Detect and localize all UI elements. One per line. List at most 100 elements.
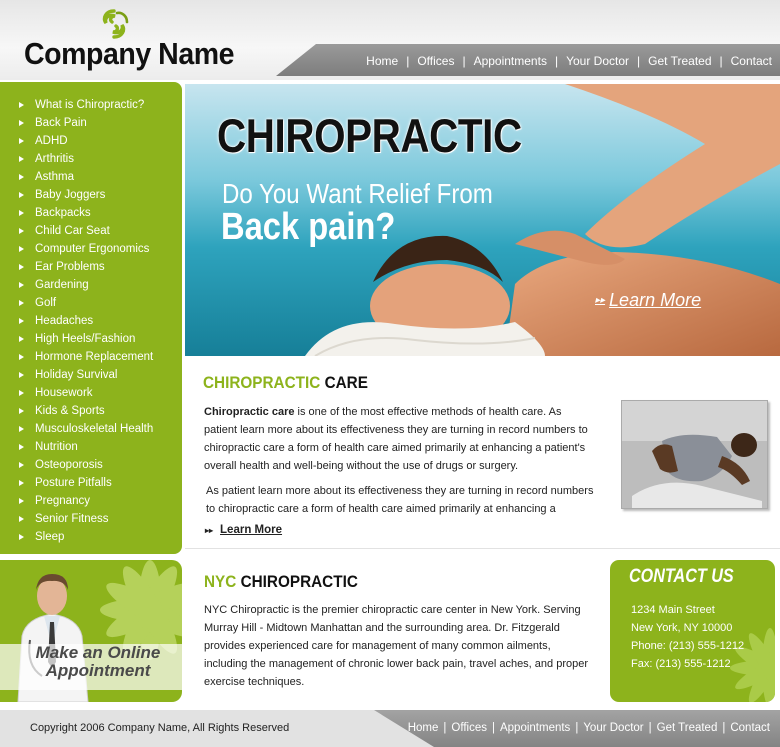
sidebar-item-baby-joggers[interactable]: Baby Joggers: [0, 186, 182, 204]
sidebar-item-label: Golf: [35, 297, 57, 309]
footer: Copyright 2006 Company Name, All Rights …: [0, 710, 780, 747]
triangle-bullet-icon: [19, 444, 24, 450]
sidebar-item-posture-pitfalls[interactable]: Posture Pitfalls: [0, 474, 182, 492]
sidebar-item-label: ADHD: [35, 135, 68, 147]
contact-phone: Phone: (213) 555-1212: [631, 640, 745, 652]
triangle-bullet-icon: [19, 462, 24, 468]
triangle-bullet-icon: [19, 228, 24, 234]
nav-home[interactable]: Home: [366, 54, 398, 68]
nyc-section-title: NYC CHIROPRACTIC: [204, 572, 358, 592]
sidebar-item-hormone-replacement[interactable]: Hormone Replacement: [0, 348, 182, 366]
sidebar-item-adhd[interactable]: ADHD: [0, 132, 182, 150]
triangle-bullet-icon: [19, 246, 24, 252]
nav-appointments[interactable]: Appointments: [474, 54, 547, 68]
sidebar-item-label: Sleep: [35, 531, 65, 543]
footer-nav-your-doctor[interactable]: Your Doctor: [583, 722, 643, 734]
nav-your-doctor[interactable]: Your Doctor: [566, 54, 629, 68]
sidebar-item-arthritis[interactable]: Arthritis: [0, 150, 182, 168]
appointment-line-2: Appointment: [45, 661, 151, 680]
footer-nav-offices[interactable]: Offices: [451, 722, 487, 734]
care-learn-more-label: Learn More: [220, 524, 283, 536]
triangle-bullet-icon: [19, 498, 24, 504]
sidebar-item-label: Headaches: [35, 315, 94, 327]
sidebar-item-backpacks[interactable]: Backpacks: [0, 204, 182, 222]
triangle-bullet-icon: [19, 138, 24, 144]
nav-get-treated[interactable]: Get Treated: [648, 54, 711, 68]
sidebar-item-back-pain[interactable]: Back Pain: [0, 114, 182, 132]
nav-offices[interactable]: Offices: [417, 54, 454, 68]
footer-nav-home[interactable]: Home: [408, 722, 439, 734]
hero-banner: CHIROPRACTIC Do You Want Relief From Bac…: [185, 84, 780, 356]
sidebar-item-what-is-chiropractic[interactable]: What is Chiropractic?: [0, 96, 182, 114]
sidebar-item-label: Backpacks: [35, 207, 91, 219]
sidebar-item-label: Computer Ergonomics: [35, 243, 150, 255]
sidebar-item-ear-problems[interactable]: Ear Problems: [0, 258, 182, 276]
header: Company Name Home | Offices | Appointments…: [0, 0, 780, 80]
footer-nav-get-treated[interactable]: Get Treated: [657, 722, 718, 734]
sidebar-item-sleep[interactable]: Sleep: [0, 528, 182, 546]
triangle-bullet-icon: [19, 318, 24, 324]
care-paragraph-1: Chiropractic care is one of the most eff…: [204, 403, 596, 475]
company-name: Company Name: [24, 36, 235, 71]
sidebar-item-label: Hormone Replacement: [35, 351, 154, 363]
sidebar-item-holiday-survival[interactable]: Holiday Survival: [0, 366, 182, 384]
nav-contact[interactable]: Contact: [731, 54, 772, 68]
sidebar-item-high-heels-fashion[interactable]: High Heels/Fashion: [0, 330, 182, 348]
triangle-bullet-icon: [19, 282, 24, 288]
nav-separator: |: [648, 722, 652, 734]
sidebar: What is Chiropractic? Back Pain ADHD Art…: [0, 82, 182, 554]
appointment-line-1: Make an Online: [35, 643, 161, 662]
nav-separator: |: [491, 722, 495, 734]
appointment-label: Make an Online Appointment: [18, 644, 178, 680]
triangle-bullet-icon: [19, 174, 24, 180]
sidebar-item-gardening[interactable]: Gardening: [0, 276, 182, 294]
sidebar-item-child-car-seat[interactable]: Child Car Seat: [0, 222, 182, 240]
sidebar-item-label: Child Car Seat: [35, 225, 110, 237]
triangle-bullet-icon: [19, 516, 24, 522]
back-pain-photo: [621, 400, 768, 509]
footer-nav-contact[interactable]: Contact: [730, 722, 770, 734]
top-navigation: Home | Offices | Appointments | Your Doctor…: [366, 54, 772, 68]
triangle-bullet-icon: [19, 156, 24, 162]
sidebar-item-label: Back Pain: [35, 117, 87, 129]
contact-fax: Fax: (213) 555-1212: [631, 658, 731, 670]
hero-emphasis: Back pain?: [221, 206, 396, 248]
sidebar-item-label: Kids & Sports: [35, 405, 105, 417]
sidebar-item-label: Gardening: [35, 279, 89, 291]
sidebar-item-label: Holiday Survival: [35, 369, 118, 381]
sidebar-item-golf[interactable]: Golf: [0, 294, 182, 312]
sidebar-item-label: Ear Problems: [35, 261, 105, 273]
sidebar-item-musculoskeletal-health[interactable]: Musculoskeletal Health: [0, 420, 182, 438]
sidebar-item-osteoporosis[interactable]: Osteoporosis: [0, 456, 182, 474]
footer-navigation: Home | Offices | Appointments | Your Doctor…: [408, 722, 770, 734]
nav-separator: |: [462, 54, 466, 68]
nav-separator: |: [554, 54, 559, 68]
sidebar-item-label: Musculoskeletal Health: [35, 423, 154, 435]
sidebar-menu: What is Chiropractic? Back Pain ADHD Art…: [0, 96, 182, 546]
sidebar-item-asthma[interactable]: Asthma: [0, 168, 182, 186]
double-arrow-icon: ▸▸: [205, 525, 214, 535]
sidebar-item-kids-sports[interactable]: Kids & Sports: [0, 402, 182, 420]
nyc-paragraph: NYC Chiropractic is the premier chiropra…: [204, 604, 589, 688]
sidebar-item-nutrition[interactable]: Nutrition: [0, 438, 182, 456]
footer-nav-appointments[interactable]: Appointments: [500, 722, 570, 734]
sidebar-item-label: Arthritis: [35, 153, 74, 165]
sidebar-item-label: Nutrition: [35, 441, 78, 453]
triangle-bullet-icon: [19, 480, 24, 486]
sidebar-item-headaches[interactable]: Headaches: [0, 312, 182, 330]
sidebar-item-housework[interactable]: Housework: [0, 384, 182, 402]
contact-title: CONTACT US: [629, 566, 734, 587]
care-learn-more-link[interactable]: ▸▸ Learn More: [205, 524, 282, 536]
hero-headline: CHIROPRACTIC: [217, 109, 522, 162]
sidebar-item-label: Senior Fitness: [35, 513, 109, 525]
online-appointment-banner[interactable]: Make an Online Appointment: [0, 560, 182, 702]
sidebar-item-computer-ergonomics[interactable]: Computer Ergonomics: [0, 240, 182, 258]
sidebar-item-pregnancy[interactable]: Pregnancy: [0, 492, 182, 510]
hero-learn-more-link[interactable]: ▸▸ Learn More: [595, 290, 701, 311]
triangle-bullet-icon: [19, 426, 24, 432]
triangle-bullet-icon: [19, 390, 24, 396]
sidebar-item-senior-fitness[interactable]: Senior Fitness: [0, 510, 182, 528]
triangle-bullet-icon: [19, 372, 24, 378]
copyright-text: Copyright 2006 Company Name, All Rights …: [30, 722, 290, 734]
triangle-bullet-icon: [19, 210, 24, 216]
